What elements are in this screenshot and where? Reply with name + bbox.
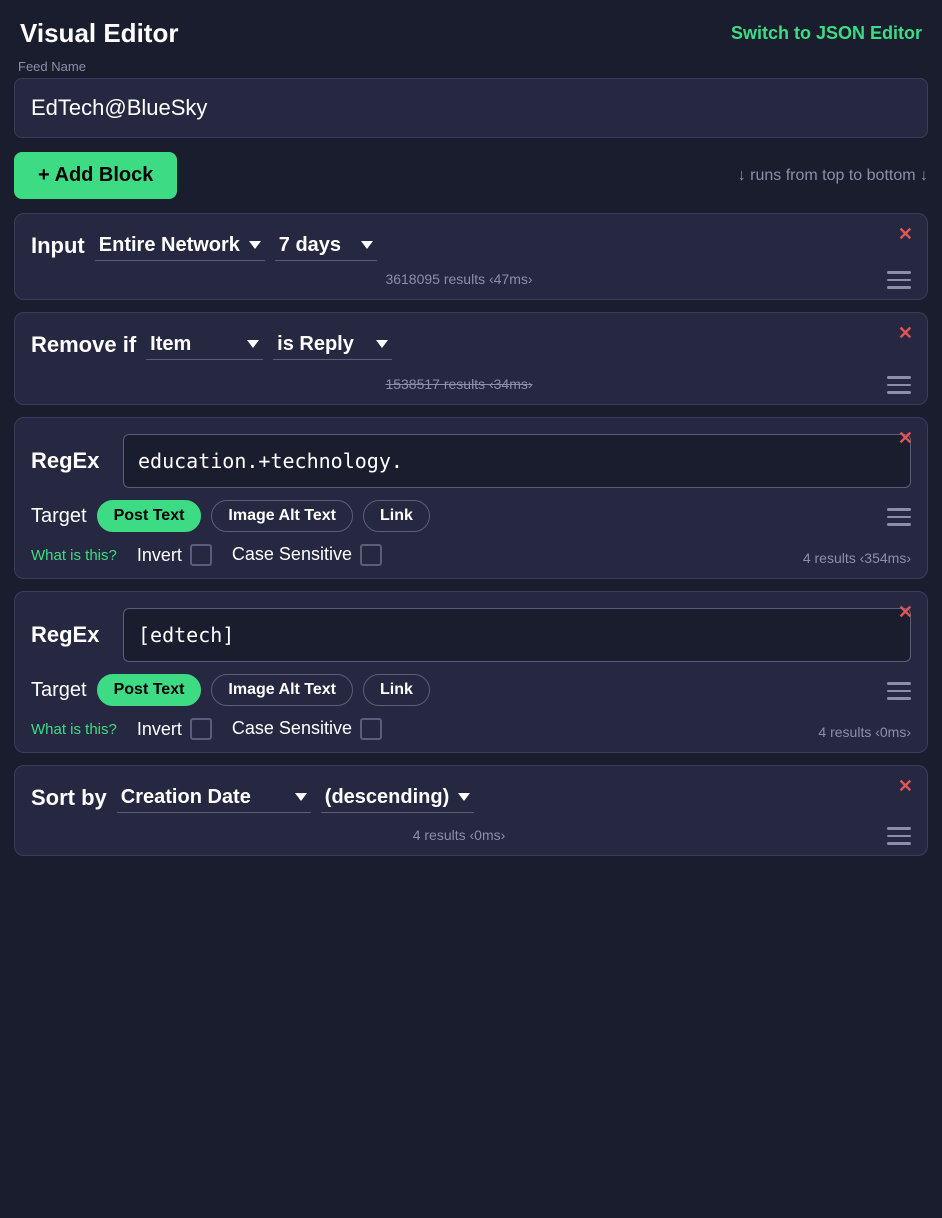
input-block-close[interactable]: ✕ (898, 224, 913, 245)
add-block-button[interactable]: + Add Block (14, 152, 177, 199)
input-label: Input (31, 233, 85, 259)
regex-2-results: 4 results ‹0ms› (818, 724, 911, 740)
input-block-results: 3618095 results ‹47ms› (385, 271, 532, 287)
remove-block-drag[interactable] (887, 376, 911, 392)
feed-name-input[interactable] (14, 78, 928, 138)
remove-block-close[interactable]: ✕ (898, 323, 913, 344)
input-block-row: Input Entire Network My Follows 1 day 3 … (31, 230, 911, 261)
input-network-select[interactable]: Entire Network My Follows (95, 230, 265, 261)
regex-block-1: ✕ RegEx Target Post Text Image Alt Text … (14, 417, 928, 579)
sort-order-select[interactable]: (descending) (ascending) (321, 782, 474, 813)
regex-1-case-sensitive-label: Case Sensitive (232, 544, 352, 566)
feed-name-section: Feed Name (0, 59, 942, 152)
regex-2-target-link[interactable]: Link (363, 674, 430, 706)
remove-item-select[interactable]: Item Post Text Author (146, 329, 263, 360)
regex-1-label: RegEx (31, 434, 111, 474)
remove-block-results: 1538517 results ‹34ms› (385, 376, 532, 392)
sort-block-row: Sort by Creation Date Interaction Count … (31, 782, 911, 813)
runs-label: ↓ runs from top to bottom ↓ (738, 167, 928, 185)
regex-1-close[interactable]: ✕ (898, 428, 913, 449)
page-title: Visual Editor (20, 18, 178, 49)
regex-2-what-is-this[interactable]: What is this? (31, 721, 117, 738)
remove-block-row: Remove if Item Post Text Author is Reply… (31, 329, 911, 364)
remove-block: ✕ Remove if Item Post Text Author is Rep… (14, 312, 928, 405)
regex-2-case-sensitive-group: Case Sensitive (232, 718, 382, 740)
regex-2-drag[interactable] (887, 682, 911, 698)
regex-1-options-row: What is this? Invert Case Sensitive (31, 544, 382, 566)
sort-block-close[interactable]: ✕ (898, 776, 913, 797)
regex-2-target-label: Target (31, 679, 87, 702)
regex-1-case-sensitive-group: Case Sensitive (232, 544, 382, 566)
regex-1-drag[interactable] (887, 508, 911, 524)
input-block: ✕ Input Entire Network My Follows 1 day … (14, 213, 928, 300)
sort-block-results: 4 results ‹0ms› (413, 827, 506, 843)
regex-2-target-image-alt[interactable]: Image Alt Text (211, 674, 353, 706)
remove-label: Remove if (31, 332, 136, 358)
regex-1-invert-checkbox[interactable] (190, 544, 212, 566)
regex-1-target-label: Target (31, 505, 87, 528)
regex-1-input[interactable] (123, 434, 911, 488)
regex-2-invert-checkbox[interactable] (190, 718, 212, 740)
input-block-drag[interactable] (887, 271, 911, 287)
regex-2-invert-label: Invert (137, 719, 182, 740)
regex-2-invert-group: Invert (137, 718, 212, 740)
regex-2-input[interactable] (123, 608, 911, 662)
header: Visual Editor Switch to JSON Editor (0, 0, 942, 59)
regex-1-invert-group: Invert (137, 544, 212, 566)
regex-1-target-row: Target Post Text Image Alt Text Link (31, 500, 911, 532)
regex-1-target-image-alt[interactable]: Image Alt Text (211, 500, 353, 532)
regex-1-case-sensitive-checkbox[interactable] (360, 544, 382, 566)
toolbar: + Add Block ↓ runs from top to bottom ↓ (0, 152, 942, 213)
regex-2-case-sensitive-label: Case Sensitive (232, 718, 352, 740)
regex-1-results: 4 results ‹354ms› (803, 550, 911, 566)
regex-1-target-link[interactable]: Link (363, 500, 430, 532)
switch-to-json-button[interactable]: Switch to JSON Editor (731, 23, 922, 44)
regex-2-target-row: Target Post Text Image Alt Text Link (31, 674, 911, 706)
regex-2-label: RegEx (31, 608, 111, 648)
regex-2-close[interactable]: ✕ (898, 602, 913, 623)
regex-1-what-is-this[interactable]: What is this? (31, 547, 117, 564)
input-time-select[interactable]: 1 day 3 days 7 days 14 days 30 days (275, 230, 377, 261)
feed-name-label: Feed Name (14, 59, 928, 74)
regex-2-options-row: What is this? Invert Case Sensitive (31, 718, 382, 740)
regex-2-case-sensitive-checkbox[interactable] (360, 718, 382, 740)
remove-condition-select[interactable]: is Reply is Repost is Quote (273, 329, 392, 360)
regex-1-target-post-text[interactable]: Post Text (97, 500, 202, 532)
sort-label: Sort by (31, 785, 107, 811)
sort-field-select[interactable]: Creation Date Interaction Count Like Cou… (117, 782, 311, 813)
regex-2-target-post-text[interactable]: Post Text (97, 674, 202, 706)
sort-block-drag[interactable] (887, 827, 911, 843)
regex-block-2: ✕ RegEx Target Post Text Image Alt Text … (14, 591, 928, 753)
regex-1-invert-label: Invert (137, 545, 182, 566)
sort-block: ✕ Sort by Creation Date Interaction Coun… (14, 765, 928, 856)
